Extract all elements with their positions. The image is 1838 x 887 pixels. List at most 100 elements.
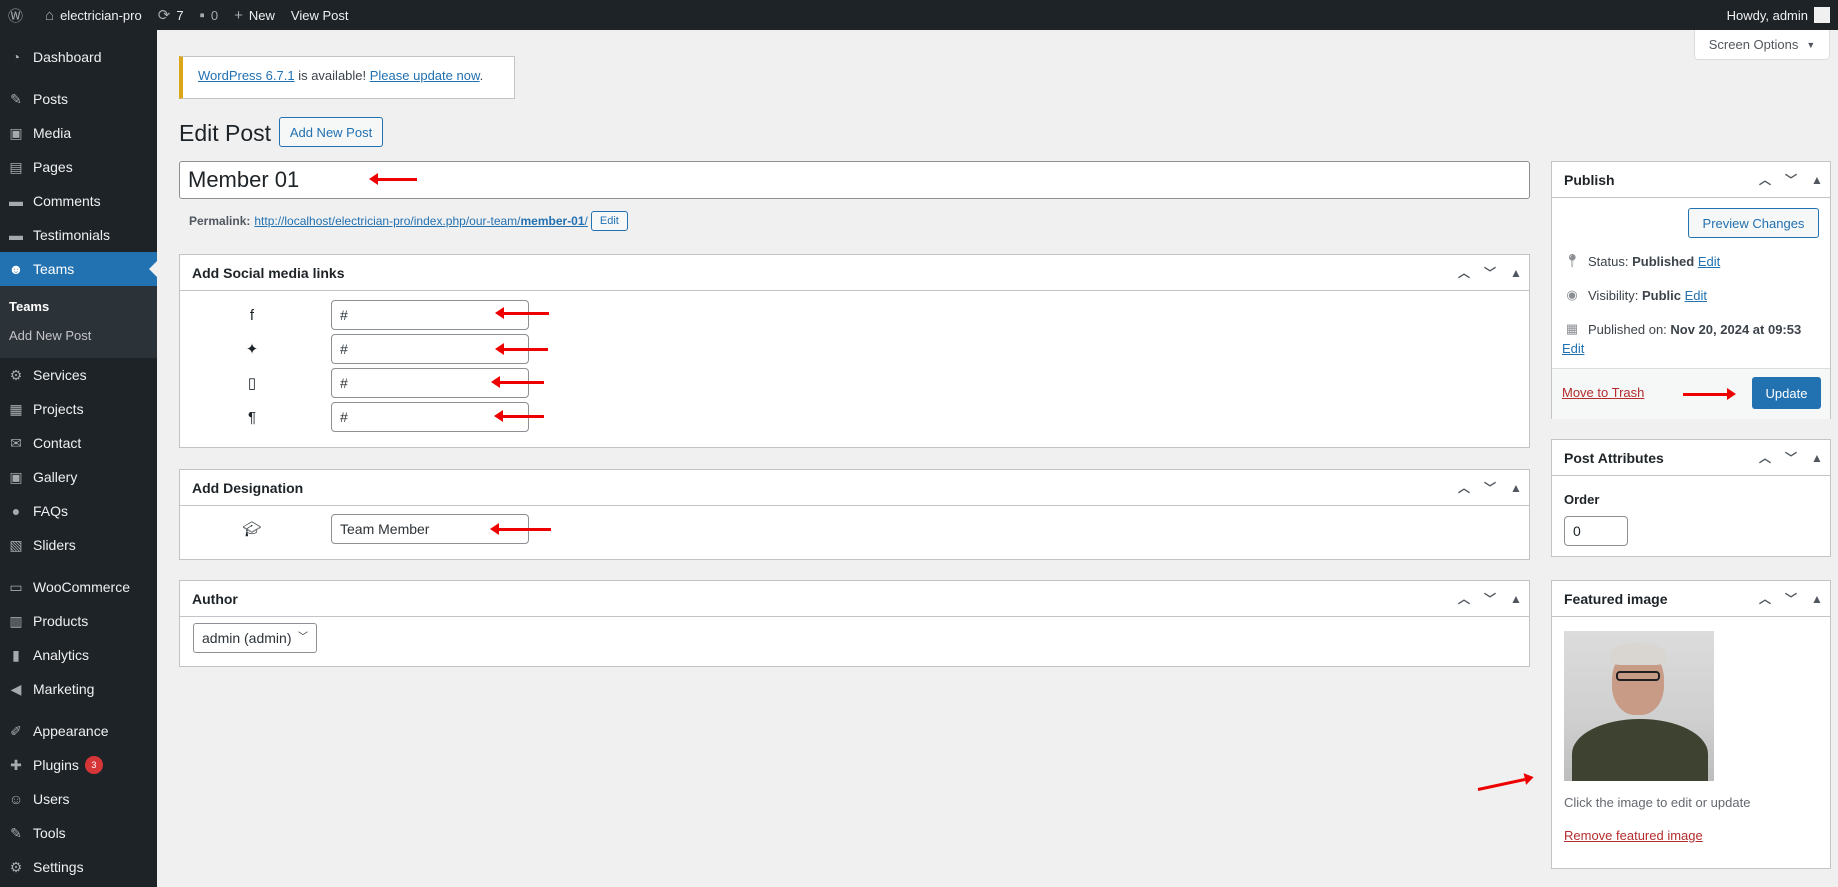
move-up-icon[interactable]: ︿ xyxy=(1451,590,1477,607)
move-up-icon[interactable]: ︿ xyxy=(1451,479,1477,496)
sidebar-item-dashboard[interactable]: ◔ Dashboard xyxy=(0,40,157,74)
site-name-link[interactable]: ⌂ electrician-pro xyxy=(37,0,150,30)
sidebar-item-label: Analytics xyxy=(33,647,90,663)
pin-icon: 📍︎ xyxy=(1564,253,1581,268)
sidebar-item-media[interactable]: ▣ Media xyxy=(0,116,157,150)
wordpress-version-link[interactable]: WordPress 6.7.1 xyxy=(198,68,295,83)
remove-featured-image-link[interactable]: Remove featured image xyxy=(1564,828,1703,843)
email-icon: ✉ xyxy=(10,434,22,451)
social-row: ▯ # xyxy=(180,368,1529,398)
featured-image-thumbnail[interactable] xyxy=(1564,631,1714,781)
designation-box: Add Designation ︿ ﹀ ▲ 🎓︎ Team Member xyxy=(179,469,1530,560)
move-down-icon[interactable]: ﹀ xyxy=(1778,590,1804,607)
post-attributes-box: Post Attributes ︿ ﹀ ▲ Order 0 xyxy=(1551,439,1831,557)
sidebar-item-comments[interactable]: ▬ Comments xyxy=(0,184,157,218)
notice-end: . xyxy=(479,68,484,83)
sidebar-item-settings[interactable]: ⚙ Settings xyxy=(0,850,157,884)
wordpress-logo-icon: Ⓦ xyxy=(8,7,24,25)
preview-changes-button[interactable]: Preview Changes xyxy=(1688,208,1819,238)
new-content-link[interactable]: + New xyxy=(226,0,283,30)
sidebar-item-tools[interactable]: ✎ Tools xyxy=(0,816,157,850)
sidebar-item-analytics[interactable]: ▮ Analytics xyxy=(0,638,157,672)
sidebar-item-appearance[interactable]: ✐ Appearance xyxy=(0,714,157,748)
wp-logo-menu[interactable]: Ⓦ xyxy=(0,0,37,30)
submenu-item-teams[interactable]: Teams xyxy=(0,292,157,321)
move-up-icon[interactable]: ︿ xyxy=(1451,264,1477,281)
view-post-label: View Post xyxy=(290,7,349,23)
move-up-icon[interactable]: ︿ xyxy=(1752,590,1778,607)
update-notice: WordPress 6.7.1 is available! Please upd… xyxy=(179,56,515,99)
toggle-panel-icon[interactable]: ▲ xyxy=(1804,592,1830,606)
annotation-arrow xyxy=(494,410,544,422)
paragraph-icon: ¶ xyxy=(247,408,257,426)
sidebar-item-services[interactable]: ⚙ Services xyxy=(0,358,157,392)
update-button[interactable]: Update xyxy=(1752,377,1821,409)
toggle-panel-icon[interactable]: ▲ xyxy=(1503,266,1529,280)
update-now-link[interactable]: Please update now xyxy=(370,68,480,83)
sliders-icon: ▧ xyxy=(9,536,23,553)
move-up-icon[interactable]: ︿ xyxy=(1752,449,1778,466)
sidebar-item-products[interactable]: ▥ Products xyxy=(0,604,157,638)
published-label: Published on: xyxy=(1588,321,1667,337)
status-edit-link[interactable]: Edit xyxy=(1698,254,1720,269)
author-selected: admin (admin) xyxy=(202,630,292,646)
view-post-link[interactable]: View Post xyxy=(283,0,357,30)
sidebar-item-label: Tools xyxy=(33,825,66,841)
media-icon: ▣ xyxy=(9,124,23,141)
move-down-icon[interactable]: ﹀ xyxy=(1778,171,1804,188)
comments-link[interactable]: ▪ 0 xyxy=(192,0,227,30)
permalink-edit-button[interactable]: Edit xyxy=(590,211,628,231)
sidebar-item-pages[interactable]: ▤ Pages xyxy=(0,150,157,184)
toggle-panel-icon[interactable]: ▲ xyxy=(1804,173,1830,187)
sidebar-item-woocommerce[interactable]: ▭ WooCommerce xyxy=(0,570,157,604)
sidebar-item-plugins[interactable]: ✚ Plugins 3 xyxy=(0,748,157,782)
publish-box: Publish ︿ ﹀ ▲ Preview Changes 📍︎ Status: Pub… xyxy=(1551,161,1831,419)
screen-options-button[interactable]: Screen Options ▼ xyxy=(1694,30,1830,60)
author-box-header: Author ︿ ﹀ ▲ xyxy=(180,581,1529,617)
move-down-icon[interactable]: ﹀ xyxy=(1477,264,1503,281)
toggle-panel-icon[interactable]: ▲ xyxy=(1804,451,1830,465)
users-icon: ☺ xyxy=(8,791,24,807)
sidebar-item-testimonials[interactable]: ▬ Testimonials xyxy=(0,218,157,252)
add-new-post-button[interactable]: Add New Post xyxy=(279,117,383,147)
sidebar-item-posts[interactable]: ✎ Posts xyxy=(0,82,157,116)
submenu-item-add-new-post[interactable]: Add New Post xyxy=(0,321,157,350)
home-icon: ⌂ xyxy=(45,6,55,24)
sidebar-item-contact[interactable]: ✉ Contact xyxy=(0,426,157,460)
permalink-link[interactable]: http://localhost/electrician-pro/index.p… xyxy=(254,214,588,228)
sidebar-item-marketing[interactable]: ◀ Marketing xyxy=(0,672,157,706)
account-menu[interactable]: Howdy, admin xyxy=(1719,0,1838,30)
chevron-down-icon: ﹀ xyxy=(298,632,308,643)
annotation-arrow xyxy=(491,376,544,388)
permalink-row: Permalink: http://localhost/electrician-p… xyxy=(189,211,628,231)
sidebar-item-gallery[interactable]: ▣ Gallery xyxy=(0,460,157,494)
facebook-icon: f xyxy=(249,306,255,324)
social-links-box-header: Add Social media links ︿ ﹀ ▲ xyxy=(180,255,1529,291)
notice-text: is available! xyxy=(294,68,370,83)
author-box: Author ︿ ﹀ ▲ admin (admin) ﹀ xyxy=(179,580,1530,667)
toggle-panel-icon[interactable]: ▲ xyxy=(1503,481,1529,495)
sidebar-item-teams[interactable]: ☻ Teams xyxy=(0,252,157,286)
eye-icon: ◉ xyxy=(1566,287,1578,302)
move-to-trash-link[interactable]: Move to Trash xyxy=(1562,385,1644,400)
visibility-edit-link[interactable]: Edit xyxy=(1685,288,1707,303)
move-down-icon[interactable]: ﹀ xyxy=(1477,479,1503,496)
status-value: Published xyxy=(1632,253,1695,269)
order-input[interactable]: 0 xyxy=(1564,516,1628,546)
move-down-icon[interactable]: ﹀ xyxy=(1477,590,1503,607)
pages-icon: ▤ xyxy=(9,158,23,175)
sidebar-item-projects[interactable]: ▦ Projects xyxy=(0,392,157,426)
author-select[interactable]: admin (admin) ﹀ xyxy=(193,623,317,653)
move-up-icon[interactable]: ︿ xyxy=(1752,171,1778,188)
groups-icon: ☻ xyxy=(8,261,24,277)
toggle-panel-icon[interactable]: ▲ xyxy=(1503,592,1529,606)
sidebar-item-sliders[interactable]: ▧ Sliders xyxy=(0,528,157,562)
updates-link[interactable]: ⟳ 7 xyxy=(150,0,192,30)
sidebar-item-label: Plugins xyxy=(33,757,79,773)
date-edit-link[interactable]: Edit xyxy=(1562,341,1584,356)
sidebar-item-faqs[interactable]: ● FAQs xyxy=(0,494,157,528)
sidebar-item-label: Sliders xyxy=(33,537,76,553)
site-name-label: electrician-pro xyxy=(60,7,142,23)
move-down-icon[interactable]: ﹀ xyxy=(1778,449,1804,466)
sidebar-item-users[interactable]: ☺ Users xyxy=(0,782,157,816)
